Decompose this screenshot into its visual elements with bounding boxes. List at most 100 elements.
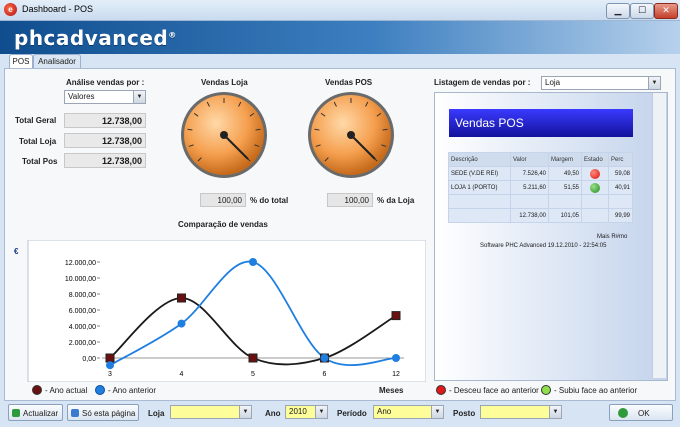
report-footer-more: Mais R#mo xyxy=(597,234,628,240)
total-margem: 101,05 xyxy=(548,208,582,223)
chevron-down-icon: ▼ xyxy=(648,77,660,89)
loja-select[interactable]: ▼ xyxy=(170,405,252,419)
col-valor: Valor xyxy=(510,152,549,167)
legend-ano-actual: - Ano actual xyxy=(45,386,88,395)
ano-label: Ano xyxy=(265,409,281,418)
cell-descricao: SEDE (V.DE REI) xyxy=(448,166,511,181)
report-footer-software: Software PHC Advanced 19.12.2010 - 22:54… xyxy=(480,243,607,249)
gauge-pos-value: 100,00 xyxy=(327,193,373,207)
refresh-icon xyxy=(12,409,20,417)
so-esta-pagina-button[interactable]: Só esta página xyxy=(67,404,139,421)
check-icon xyxy=(618,408,628,418)
cell-estado xyxy=(581,166,609,181)
data-point-ano-actual xyxy=(391,311,401,321)
gauge-loja-value: 100,00 xyxy=(200,193,246,207)
gauge-pos xyxy=(308,92,394,178)
cell-perc: 59,08 xyxy=(608,166,633,181)
y-tick-label: 10.000,00 xyxy=(65,276,96,283)
col-descricao: Descrição xyxy=(448,152,511,167)
total-loja-value: 12.738,00 xyxy=(64,133,146,148)
table-row[interactable]: SEDE (V.DE REI) 7.526,40 49,50 59,08 xyxy=(448,166,633,181)
minimize-button[interactable]: ▁ xyxy=(606,3,630,19)
chevron-down-icon: ▼ xyxy=(133,91,145,103)
legend-up-icon xyxy=(541,385,551,395)
cell-descricao: LOJA 1 (PORTO) xyxy=(448,180,511,195)
posto-select[interactable]: ▼ xyxy=(480,405,562,419)
chart-title: Comparação de vendas xyxy=(178,220,268,229)
loja-label: Loja xyxy=(148,409,165,418)
legend-ano-actual-icon xyxy=(32,385,42,395)
y-tick-label: 8.000,00 xyxy=(69,292,96,299)
posto-label: Posto xyxy=(453,409,476,418)
page-icon xyxy=(71,409,79,417)
analise-select[interactable]: Valores ▼ xyxy=(64,90,146,104)
table-header-row: Descrição Valor Margem Estado Perc xyxy=(448,152,633,167)
ok-button[interactable]: OK xyxy=(609,404,673,421)
y-tick-label: 4.000,00 xyxy=(69,324,96,331)
listagem-value: Loja xyxy=(545,78,561,87)
gauge-loja-title: Vendas Loja xyxy=(201,78,248,87)
legend-down: - Desceu face ao anterior xyxy=(449,386,539,395)
chevron-down-icon: ▼ xyxy=(549,406,561,418)
brand-logo: phcadvanced® xyxy=(14,26,177,50)
y-tick-label: 0,00 xyxy=(82,356,96,363)
x-tick-label: 12 xyxy=(392,371,400,378)
legend-up: - Subiu face ao anterior xyxy=(554,386,638,395)
y-tick-label: 6.000,00 xyxy=(69,308,96,315)
data-point-ano-actual xyxy=(177,293,186,303)
x-tick-label: 5 xyxy=(251,371,255,378)
comparison-chart: 12.000,00 10.000,00 8.000,00 6.000,00 4.000,… xyxy=(27,240,426,382)
total-geral-value: 12.738,00 xyxy=(64,113,146,128)
data-point-ano-actual xyxy=(105,353,115,363)
close-button[interactable]: ✕ xyxy=(654,3,678,19)
gauge-loja xyxy=(181,92,267,178)
chevron-down-icon: ▼ xyxy=(315,406,327,418)
cell-valor: 7.526,40 xyxy=(510,166,549,181)
total-pos-value: 12.738,00 xyxy=(64,153,146,168)
data-point-ano-anterior xyxy=(106,361,114,370)
y-tick-label: 2.000,00 xyxy=(69,340,96,347)
listagem-select[interactable]: Loja ▼ xyxy=(541,76,661,90)
app-icon: e xyxy=(4,3,17,16)
data-point-ano-actual xyxy=(248,353,258,363)
cell-estado xyxy=(581,180,609,195)
report-table: Descrição Valor Margem Estado Perc SEDE … xyxy=(448,152,633,223)
cell-valor: 5.211,60 xyxy=(510,180,549,195)
legend-ano-anterior-icon xyxy=(95,385,105,395)
gauge-pos-title: Vendas POS xyxy=(325,78,373,87)
cell-margem: 51,55 xyxy=(548,180,582,195)
total-valor: 12.738,00 xyxy=(510,208,549,223)
gauge-pos-suffix: % da Loja xyxy=(377,196,415,205)
tab-pos[interactable]: POS xyxy=(9,54,33,69)
x-tick-label: 4 xyxy=(180,371,184,378)
data-point-ano-anterior xyxy=(177,319,186,328)
periodo-select[interactable]: Ano ▼ xyxy=(373,405,444,419)
data-point-ano-anterior xyxy=(249,258,257,266)
table-row[interactable]: LOJA 1 (PORTO) 5.211,60 51,55 40,91 xyxy=(448,180,633,195)
col-estado: Estado xyxy=(581,152,609,167)
col-perc: Perc xyxy=(608,152,633,167)
chevron-down-icon: ▼ xyxy=(239,406,251,418)
data-point-ano-anterior xyxy=(320,354,329,362)
table-total-row: 12.738,00 101,05 99,99 xyxy=(448,208,633,223)
gauge-loja-suffix: % do total xyxy=(250,196,289,205)
report-title: Vendas POS xyxy=(449,109,633,137)
x-tick-label: 6 xyxy=(323,371,327,378)
col-margem: Margem xyxy=(548,152,582,167)
analise-label: Análise vendas por : xyxy=(66,78,145,87)
analise-value: Valores xyxy=(68,92,95,101)
maximize-button[interactable]: ☐ xyxy=(630,3,654,19)
legend-down-icon xyxy=(436,385,446,395)
total-pos-label: Total Pos xyxy=(22,157,58,166)
ano-select[interactable]: 2010 ▼ xyxy=(285,405,328,419)
title-bar xyxy=(0,0,680,21)
listagem-label: Listagem de vendas por : xyxy=(434,78,531,87)
status-down-icon xyxy=(590,168,600,179)
cell-margem: 49,50 xyxy=(548,166,582,181)
chevron-down-icon: ▼ xyxy=(431,406,443,418)
tab-analisador[interactable]: Analisador xyxy=(33,54,81,69)
report-scrollbar[interactable] xyxy=(652,93,666,378)
x-tick-label: 3 xyxy=(108,371,112,378)
atualizar-button[interactable]: Actualizar xyxy=(8,404,63,421)
periodo-label: Período xyxy=(337,409,367,418)
